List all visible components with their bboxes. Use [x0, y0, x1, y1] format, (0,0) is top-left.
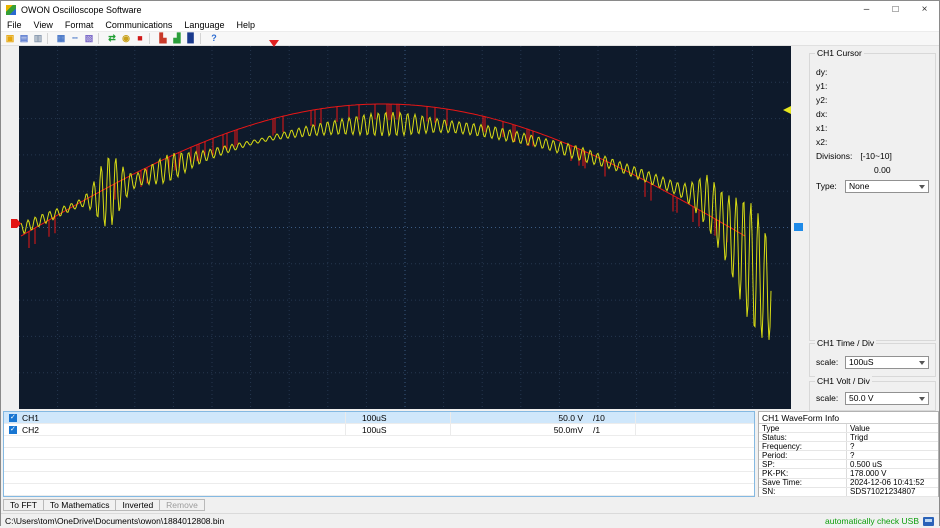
- toolbar-separator: [200, 33, 205, 44]
- file-path: C:\Users\tom\OneDrive\Documents\owon\188…: [5, 516, 224, 526]
- info-header-type: Type: [759, 424, 847, 432]
- volt-div-panel: CH1 Volt / Div scale: 50.0 V: [809, 381, 936, 411]
- channel-row-ch2[interactable]: CH2 100uS 50.0mV /1: [4, 424, 754, 436]
- app-icon: [6, 5, 16, 15]
- waveform-info-panel: CH1 WaveForm Info Type Value Status: Tri…: [758, 411, 939, 497]
- cursor-panel: CH1 Cursor dy: y1: y2: dx: x1: x2: Divis…: [809, 53, 936, 341]
- info-row-sn: SN: SDS71021234807: [759, 488, 938, 497]
- menu-help[interactable]: Help: [230, 20, 261, 30]
- menu-format[interactable]: Format: [59, 20, 100, 30]
- cursor-panel-title: CH1 Cursor: [815, 48, 864, 58]
- acquire-icon[interactable]: ◉: [120, 33, 132, 44]
- cursor-field-y2: y2:: [816, 95, 827, 105]
- print-icon[interactable]: ▥: [32, 33, 44, 44]
- channel-table: CH1 100uS 50.0 V /10 CH2 100uS 50.0mV /1: [3, 411, 755, 497]
- channel-row-empty: [4, 472, 754, 484]
- info-header-value: Value: [847, 424, 938, 432]
- ch2-name: CH2: [22, 425, 39, 435]
- channel-row-empty: [4, 460, 754, 472]
- time-scale-select[interactable]: 100uS: [845, 356, 929, 369]
- cursor-field-y1: y1:: [816, 81, 827, 91]
- usb-status-label: automatically check USB: [825, 516, 919, 526]
- time-div-title: CH1 Time / Div: [815, 338, 876, 348]
- channel-row-empty: [4, 448, 754, 460]
- tab-to-mathematics[interactable]: To Mathematics: [43, 499, 117, 511]
- volt-scale-label: scale:: [816, 393, 838, 403]
- cursor-type-value: None: [849, 181, 869, 191]
- cursor-type-label: Type:: [816, 181, 837, 191]
- info-row-period: Period: ?: [759, 451, 938, 460]
- display-mode-icon[interactable]: ▧: [83, 33, 95, 44]
- channel-row-empty: [4, 484, 754, 496]
- right-panel: CH1 Cursor dy: y1: y2: dx: x1: x2: Divis…: [806, 44, 939, 411]
- app-window: OWON Oscilloscope Software – □ × File Vi…: [0, 0, 940, 526]
- dotted-line-icon[interactable]: ┄: [69, 33, 81, 44]
- chevron-down-icon: [919, 397, 925, 401]
- maximize-button[interactable]: □: [881, 1, 910, 19]
- save-icon[interactable]: ▤: [18, 33, 30, 44]
- chart-green-icon[interactable]: ▟: [171, 33, 183, 44]
- tab-to-fft[interactable]: To FFT: [3, 499, 44, 511]
- window-controls: – □ ×: [852, 1, 939, 19]
- trigger-time-marker[interactable]: [269, 40, 279, 47]
- titlebar: OWON Oscilloscope Software – □ ×: [1, 1, 939, 19]
- divisions-label: Divisions:: [816, 151, 852, 161]
- open-file-icon[interactable]: ▣: [4, 33, 16, 44]
- scope-display[interactable]: [19, 46, 791, 409]
- time-scale-value: 100uS: [849, 357, 874, 367]
- cursor-field-dx: dx:: [816, 109, 827, 119]
- window-title: OWON Oscilloscope Software: [21, 5, 142, 15]
- menu-language[interactable]: Language: [178, 20, 230, 30]
- ch1-level-marker[interactable]: [783, 106, 791, 114]
- menu-communications[interactable]: Communications: [99, 20, 178, 30]
- scope-area[interactable]: [19, 46, 791, 409]
- volt-scale-value: 50.0 V: [849, 393, 874, 403]
- chevron-down-icon: [919, 185, 925, 189]
- toolbar-separator: [149, 33, 154, 44]
- grid-view-icon[interactable]: ▦: [55, 33, 67, 44]
- menu-file[interactable]: File: [1, 20, 28, 30]
- usb-status-icon: [923, 517, 934, 526]
- main-area: CH1 Cursor dy: y1: y2: dx: x1: x2: Divis…: [1, 44, 939, 411]
- ch2-voltdiv: 50.0mV: [451, 424, 587, 435]
- ch1-voltdiv: 50.0 V: [451, 412, 587, 423]
- ch1-checkbox[interactable]: [9, 414, 17, 422]
- time-div-panel: CH1 Time / Div scale: 100uS: [809, 343, 936, 377]
- ch1-name: CH1: [22, 413, 39, 423]
- cursor-field-x1: x1:: [816, 123, 827, 133]
- channel-row-empty: [4, 436, 754, 448]
- cursor-field-x2: x2:: [816, 137, 827, 147]
- minimize-button[interactable]: –: [852, 1, 881, 19]
- menu-view[interactable]: View: [28, 20, 59, 30]
- toolbar-separator: [47, 33, 52, 44]
- chart-red-icon[interactable]: ▙: [157, 33, 169, 44]
- bottom-tabs: To FFT To Mathematics Inverted Remove: [3, 499, 204, 511]
- help-icon[interactable]: ?: [208, 33, 220, 44]
- divisions-range: [-10~10]: [860, 151, 891, 161]
- toolbar-separator: [98, 33, 103, 44]
- ch1-probe: /10: [587, 412, 636, 423]
- ch2-probe: /1: [587, 424, 636, 435]
- ch2-checkbox[interactable]: [9, 426, 17, 434]
- cursor-type-select[interactable]: None: [845, 180, 929, 193]
- channel-row-ch1[interactable]: CH1 100uS 50.0 V /10: [4, 412, 754, 424]
- tab-remove: Remove: [159, 499, 205, 511]
- divisions-value: 0.00: [874, 165, 891, 175]
- menubar: File View Format Communications Language…: [1, 19, 939, 31]
- refresh-icon[interactable]: ⇄: [106, 33, 118, 44]
- ch2-timebase: 100uS: [346, 424, 451, 435]
- ch1-timebase: 100uS: [346, 412, 451, 423]
- ch2-level-marker[interactable]: [794, 223, 803, 231]
- close-button[interactable]: ×: [910, 1, 939, 19]
- screen-icon[interactable]: ▉: [185, 33, 197, 44]
- tab-inverted[interactable]: Inverted: [115, 499, 160, 511]
- waveform-info-title: CH1 WaveForm Info: [759, 412, 938, 424]
- cursor-field-dy: dy:: [816, 67, 827, 77]
- time-scale-label: scale:: [816, 357, 838, 367]
- volt-scale-select[interactable]: 50.0 V: [845, 392, 929, 405]
- record-icon[interactable]: ■: [134, 33, 146, 44]
- chevron-down-icon: [919, 361, 925, 365]
- volt-div-title: CH1 Volt / Div: [815, 376, 872, 386]
- bottom-area: CH1 100uS 50.0 V /10 CH2 100uS 50.0mV /1: [1, 411, 939, 499]
